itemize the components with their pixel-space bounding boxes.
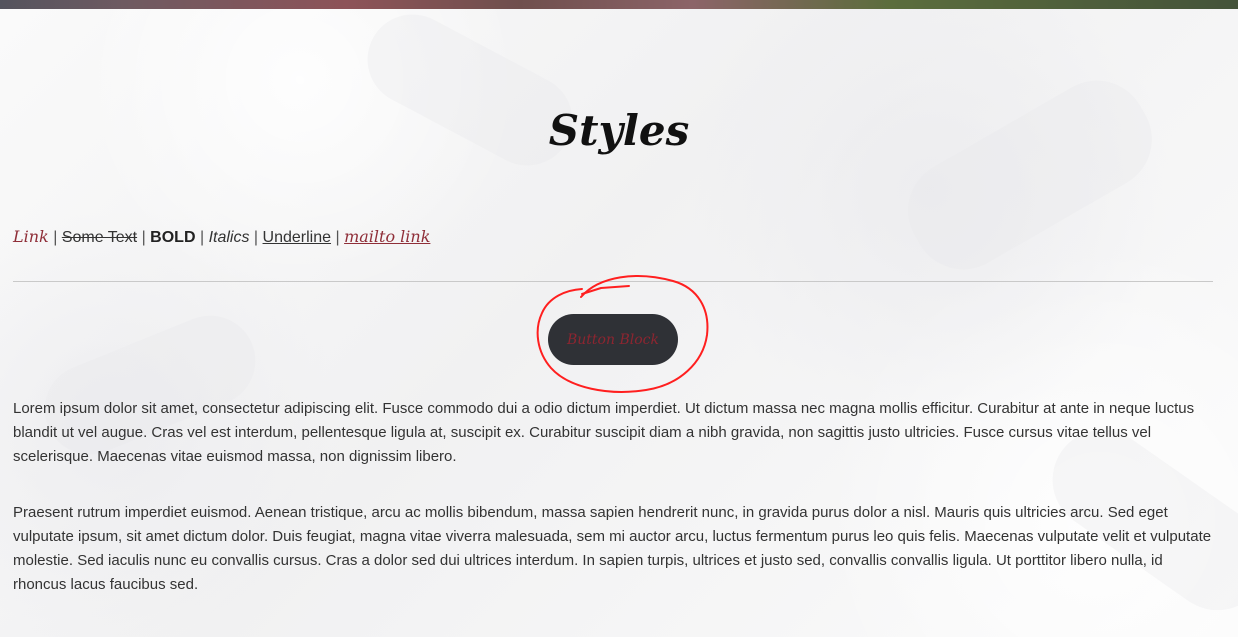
button-block[interactable]: Button Block (548, 314, 678, 365)
top-image-strip (0, 0, 1238, 9)
mailto-link[interactable]: mailto link (344, 227, 430, 246)
strikethrough-text: Some Text (61, 229, 138, 246)
separator: | (53, 229, 58, 246)
separator: | (335, 229, 340, 246)
section-divider (13, 281, 1213, 282)
link-text[interactable]: Link (13, 227, 49, 246)
separator: | (141, 229, 146, 246)
underline-text: Underline (262, 229, 332, 246)
italic-text: Italics (208, 229, 250, 246)
paragraph-2: Praesent rutrum imperdiet euismod. Aenea… (13, 504, 1212, 593)
separator: | (253, 229, 259, 246)
bold-text: BOLD (150, 229, 196, 246)
content-area: Lorem ipsum dolor sit amet, consectetur … (13, 397, 1213, 597)
page-title: Styles (548, 106, 690, 156)
styles-row: Link | Some Text | BOLD | Italics | Unde… (13, 227, 430, 247)
separator: | (199, 229, 205, 246)
paragraph-1: Lorem ipsum dolor sit amet, consectetur … (13, 400, 1195, 465)
background-shape (889, 62, 1171, 288)
